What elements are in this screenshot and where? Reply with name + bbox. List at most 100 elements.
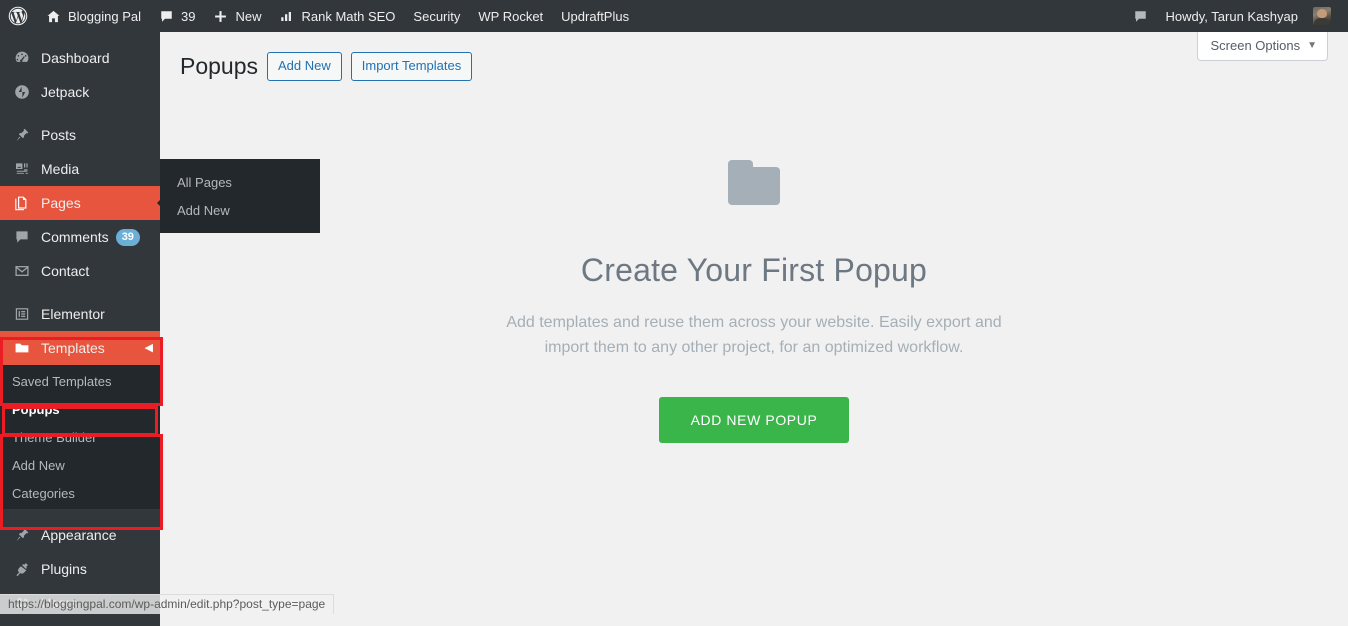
main-content-area: Screen Options ▼ Popups Add New Import T… xyxy=(160,32,1348,626)
menu-top-spacer xyxy=(0,32,160,41)
admin-bar: Blogging Pal 39 New Rank Math SEO Securi… xyxy=(0,0,1348,32)
admin-bar-my-account[interactable]: Howdy, Tarun Kashyap xyxy=(1157,0,1348,32)
sidebar-item-dashboard-label: Dashboard xyxy=(41,50,110,66)
admin-bar-item-new[interactable]: New xyxy=(204,0,270,32)
admin-bar-right-group: Howdy, Tarun Kashyap xyxy=(1124,0,1348,32)
submenu-item-popups[interactable]: Popups xyxy=(0,395,160,423)
empty-state-title: Create Your First Popup xyxy=(580,252,928,288)
folder-icon-body xyxy=(728,167,780,205)
sidebar-item-plugins-label: Plugins xyxy=(41,561,87,577)
empty-state: Create Your First Popup Add templates an… xyxy=(160,160,1348,443)
submenu-item-saved-templates-label: Saved Templates xyxy=(12,373,112,389)
page-header: Popups Add New Import Templates xyxy=(180,52,473,82)
plugins-plug-icon xyxy=(12,561,32,577)
submenu-item-saved-templates[interactable]: Saved Templates xyxy=(0,367,160,395)
pages-flyout-arrow-icon xyxy=(150,186,160,220)
sidebar-item-media-label: Media xyxy=(41,161,80,177)
admin-bar-comments-count: 39 xyxy=(181,8,196,24)
templates-folder-icon xyxy=(12,340,32,356)
pages-flyout-submenu: All Pages Add New xyxy=(160,159,320,233)
wordpress-logo-menu[interactable] xyxy=(0,0,37,32)
sidebar-item-media[interactable]: Media xyxy=(0,152,160,186)
screen-options-label: Screen Options xyxy=(1210,38,1301,53)
menu-separator-3 xyxy=(0,509,160,518)
comments-count-badge: 39 xyxy=(115,228,140,246)
sidebar-item-posts[interactable]: Posts xyxy=(0,118,160,152)
sidebar-item-dashboard[interactable]: Dashboard xyxy=(0,41,160,75)
wordpress-logo-icon xyxy=(8,6,28,26)
submenu-item-theme-builder-label: Theme Builder xyxy=(12,429,97,445)
add-new-popup-button[interactable]: ADD NEW POPUP xyxy=(658,396,850,443)
submenu-item-theme-builder[interactable]: Theme Builder xyxy=(0,423,160,451)
appearance-brush-icon xyxy=(12,527,32,543)
page-title: Popups xyxy=(180,53,259,80)
admin-bar-item-comments[interactable]: 39 xyxy=(150,0,204,32)
sidebar-item-jetpack[interactable]: Jetpack xyxy=(0,75,160,109)
dashboard-icon xyxy=(12,50,32,66)
sidebar-item-pages[interactable]: Pages xyxy=(0,186,160,220)
sidebar-item-posts-label: Posts xyxy=(41,127,77,143)
posts-pin-icon xyxy=(12,127,32,143)
elementor-icon xyxy=(12,306,32,322)
admin-bar-new-label: New xyxy=(235,8,262,24)
flyout-item-add-new-label: Add New xyxy=(177,202,230,218)
admin-bar-item-updraftplus[interactable]: UpdraftPlus xyxy=(552,0,638,32)
media-icon xyxy=(12,161,32,177)
avatar xyxy=(1313,7,1331,25)
submenu-item-categories-label: Categories xyxy=(12,485,75,501)
admin-bar-rank-math-label: Rank Math SEO xyxy=(301,8,396,24)
admin-bar-wp-rocket-label: WP Rocket xyxy=(478,8,544,24)
sidebar-item-appearance-label: Appearance xyxy=(41,527,117,543)
admin-bar-notifications[interactable] xyxy=(1124,0,1157,32)
screen-options-toggle[interactable]: Screen Options ▼ xyxy=(1197,32,1328,61)
howdy-label: Howdy, Tarun Kashyap xyxy=(1165,8,1298,24)
sidebar-item-templates[interactable]: Templates ◀ xyxy=(0,331,160,365)
sidebar-item-contact[interactable]: Contact xyxy=(0,254,160,288)
sidebar-item-comments-label: Comments xyxy=(41,229,109,245)
sidebar-item-elementor-label: Elementor xyxy=(41,306,105,322)
admin-bar-item-rank-math-seo[interactable]: Rank Math SEO xyxy=(270,0,404,32)
menu-separator-1 xyxy=(0,109,160,118)
wordpress-admin-screen: Blogging Pal 39 New Rank Math SEO Securi… xyxy=(0,0,1348,626)
submenu-item-add-new-label: Add New xyxy=(12,457,65,473)
admin-sidebar-menu: Dashboard Jetpack Posts Media Pages Comm… xyxy=(0,32,160,626)
admin-bar-security-label: Security xyxy=(413,8,461,24)
admin-bar-item-site-name[interactable]: Blogging Pal xyxy=(37,0,150,32)
sidebar-item-comments[interactable]: Comments 39 xyxy=(0,220,160,254)
admin-bar-item-security[interactable]: Security xyxy=(404,0,469,32)
comment-bubble-icon xyxy=(159,9,174,24)
admin-bar-updraftplus-label: UpdraftPlus xyxy=(561,8,630,24)
pages-icon xyxy=(12,195,32,211)
plus-icon xyxy=(213,9,228,24)
submenu-item-add-new[interactable]: Add New xyxy=(0,451,160,479)
chevron-down-icon: ▼ xyxy=(1307,40,1317,51)
folder-icon xyxy=(728,160,780,205)
menu-separator-2 xyxy=(0,288,160,297)
bar-chart-icon xyxy=(279,9,294,24)
import-templates-button[interactable]: Import Templates xyxy=(350,52,473,82)
home-icon xyxy=(46,9,61,24)
contact-mail-icon xyxy=(12,263,32,279)
comment-bubble-icon xyxy=(1133,9,1148,24)
flyout-item-all-pages-label: All Pages xyxy=(177,174,232,190)
flyout-item-all-pages[interactable]: All Pages xyxy=(160,168,320,196)
admin-bar-site-name-label: Blogging Pal xyxy=(68,8,141,24)
submenu-item-popups-label: Popups xyxy=(12,401,60,417)
sidebar-item-appearance[interactable]: Appearance xyxy=(0,518,160,552)
sidebar-item-jetpack-label: Jetpack xyxy=(41,84,90,100)
sidebar-item-templates-label: Templates xyxy=(41,340,105,356)
sidebar-item-plugins[interactable]: Plugins xyxy=(0,552,160,586)
submenu-item-categories[interactable]: Categories xyxy=(0,479,160,507)
jetpack-icon xyxy=(12,84,32,100)
sidebar-item-contact-label: Contact xyxy=(41,263,90,279)
templates-submenu: Saved Templates Popups Theme Builder Add… xyxy=(0,365,160,509)
flyout-item-add-new[interactable]: Add New xyxy=(160,196,320,224)
chevron-left-icon: ◀ xyxy=(144,342,153,354)
sidebar-item-pages-label: Pages xyxy=(41,195,81,211)
add-new-button[interactable]: Add New xyxy=(267,52,342,82)
sidebar-item-elementor[interactable]: Elementor xyxy=(0,297,160,331)
status-bar-url: https://bloggingpal.com/wp-admin/edit.ph… xyxy=(0,594,335,614)
comments-icon xyxy=(12,229,32,245)
empty-state-description: Add templates and reuse them across your… xyxy=(506,314,1002,356)
admin-bar-item-wp-rocket[interactable]: WP Rocket xyxy=(469,0,552,32)
